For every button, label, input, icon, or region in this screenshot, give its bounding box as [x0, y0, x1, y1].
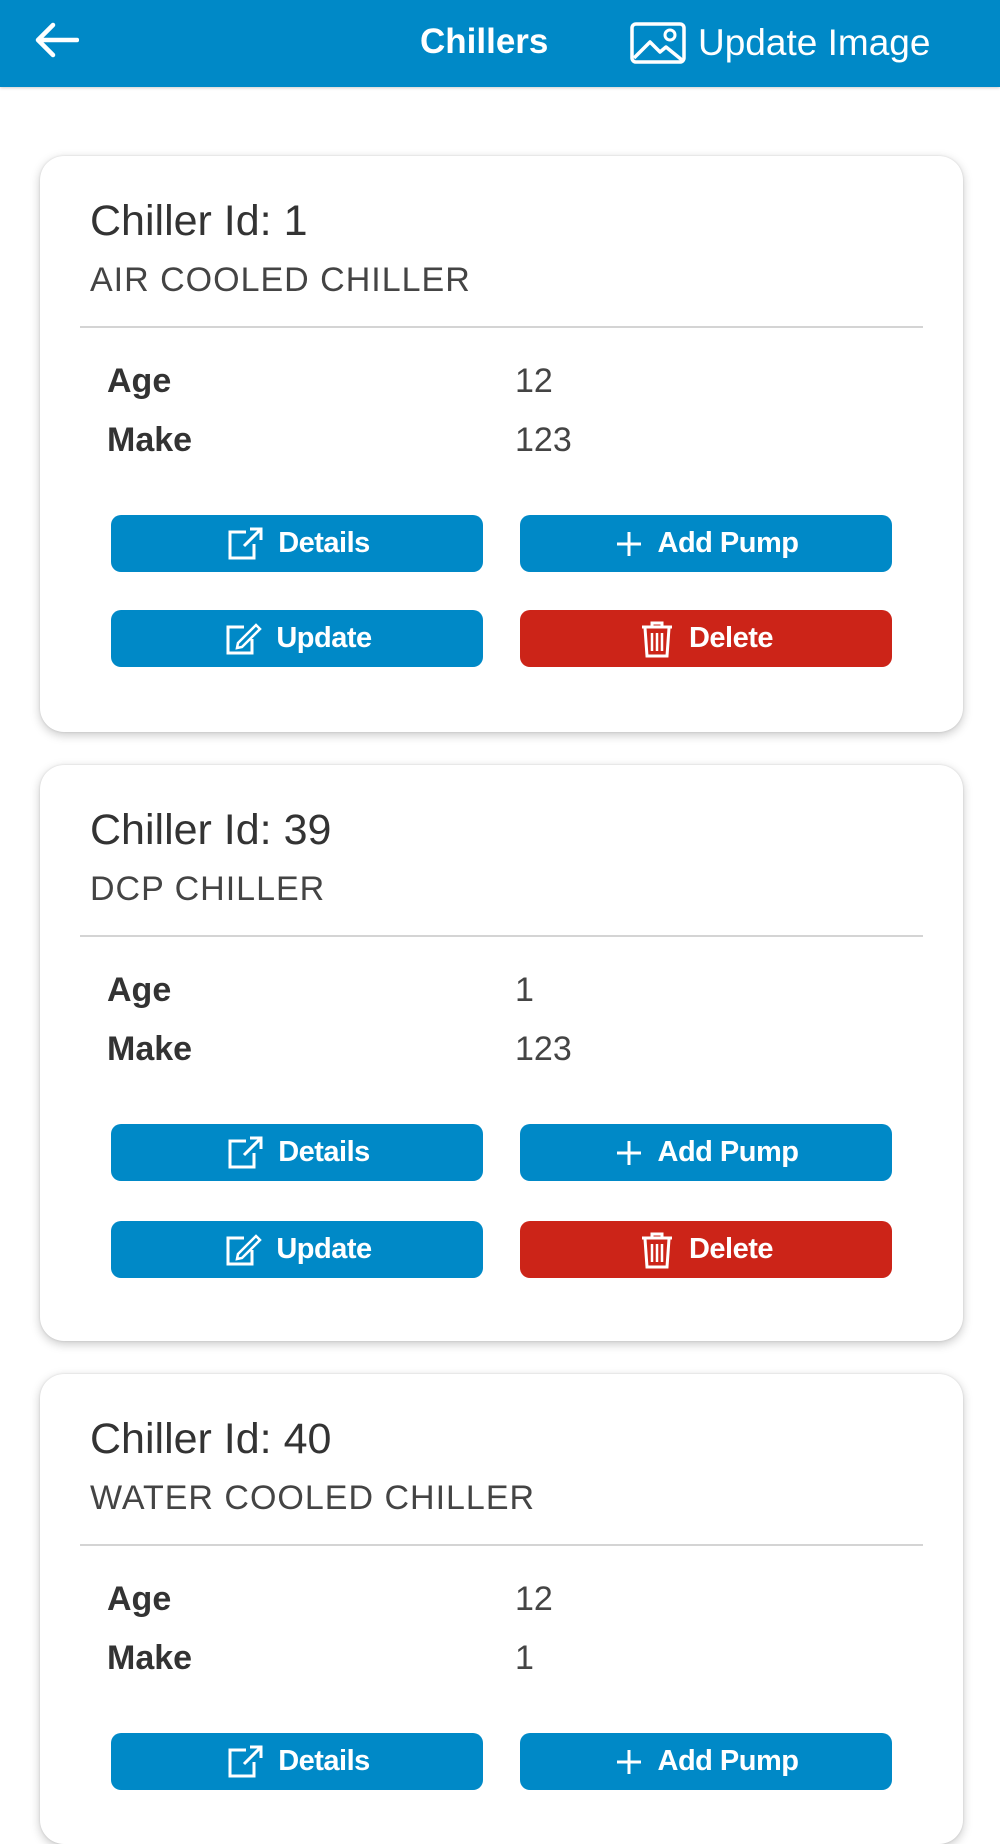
age-label: Age	[107, 971, 172, 1009]
make-label: Make	[107, 421, 193, 459]
make-label: Make	[107, 1639, 193, 1677]
age-value: 1	[515, 971, 534, 1009]
details-button[interactable]: Details	[111, 515, 483, 572]
add-pump-label: Add Pump	[657, 527, 800, 559]
age-value: 12	[515, 362, 553, 400]
chiller-card: Chiller Id: 39 DCP CHILLER Age 1 Make 12…	[40, 765, 963, 1341]
update-image-button[interactable]: Update Image	[630, 20, 930, 66]
update-button[interactable]: Update	[111, 1221, 483, 1278]
external-link-icon	[224, 1135, 264, 1171]
age-value: 12	[515, 1580, 553, 1618]
edit-icon	[222, 621, 263, 657]
external-link-icon	[224, 526, 264, 562]
plus-icon	[614, 1747, 644, 1777]
age-label: Age	[107, 362, 172, 400]
make-label: Make	[107, 1030, 193, 1068]
details-button[interactable]: Details	[111, 1124, 483, 1181]
divider	[80, 326, 923, 328]
chiller-type: AIR COOLED CHILLER	[90, 261, 471, 299]
divider	[80, 1544, 923, 1546]
chiller-type: DCP CHILLER	[90, 870, 326, 908]
chiller-title: Chiller Id: 40	[90, 1415, 332, 1463]
update-label: Update	[276, 1233, 372, 1265]
edit-icon	[222, 1232, 263, 1268]
make-value: 1	[515, 1639, 534, 1677]
delete-label: Delete	[688, 622, 774, 654]
details-button[interactable]: Details	[111, 1733, 483, 1790]
make-value: 123	[515, 421, 572, 459]
plus-icon	[614, 1138, 644, 1168]
chiller-title: Chiller Id: 1	[90, 197, 308, 245]
update-label: Update	[276, 622, 372, 654]
add-pump-label: Add Pump	[657, 1745, 800, 1777]
delete-button[interactable]: Delete	[520, 1221, 892, 1278]
plus-icon	[614, 529, 644, 559]
age-label: Age	[107, 1580, 172, 1618]
make-value: 123	[515, 1030, 572, 1068]
divider	[80, 935, 923, 937]
external-link-icon	[224, 1744, 264, 1780]
add-pump-button[interactable]: Add Pump	[520, 515, 892, 572]
delete-label: Delete	[688, 1233, 774, 1265]
delete-button[interactable]: Delete	[520, 610, 892, 667]
details-label: Details	[278, 1745, 370, 1777]
add-pump-label: Add Pump	[657, 1136, 800, 1168]
trash-icon	[639, 1230, 675, 1270]
chiller-card: Chiller Id: 1 AIR COOLED CHILLER Age 12 …	[40, 156, 963, 732]
trash-icon	[639, 619, 675, 659]
details-label: Details	[278, 527, 370, 559]
add-pump-button[interactable]: Add Pump	[520, 1124, 892, 1181]
add-pump-button[interactable]: Add Pump	[520, 1733, 892, 1790]
app-header: Chillers Update Image	[0, 0, 1000, 87]
page-title: Chillers	[420, 22, 549, 61]
chiller-title: Chiller Id: 39	[90, 806, 332, 854]
image-icon	[630, 22, 686, 64]
update-button[interactable]: Update	[111, 610, 483, 667]
chiller-card: Chiller Id: 40 WATER COOLED CHILLER Age …	[40, 1374, 963, 1844]
chiller-type: WATER COOLED CHILLER	[90, 1479, 536, 1517]
update-image-label: Update Image	[698, 22, 931, 63]
details-label: Details	[278, 1136, 370, 1168]
back-button[interactable]	[30, 20, 82, 64]
arrow-left-icon	[33, 22, 80, 63]
